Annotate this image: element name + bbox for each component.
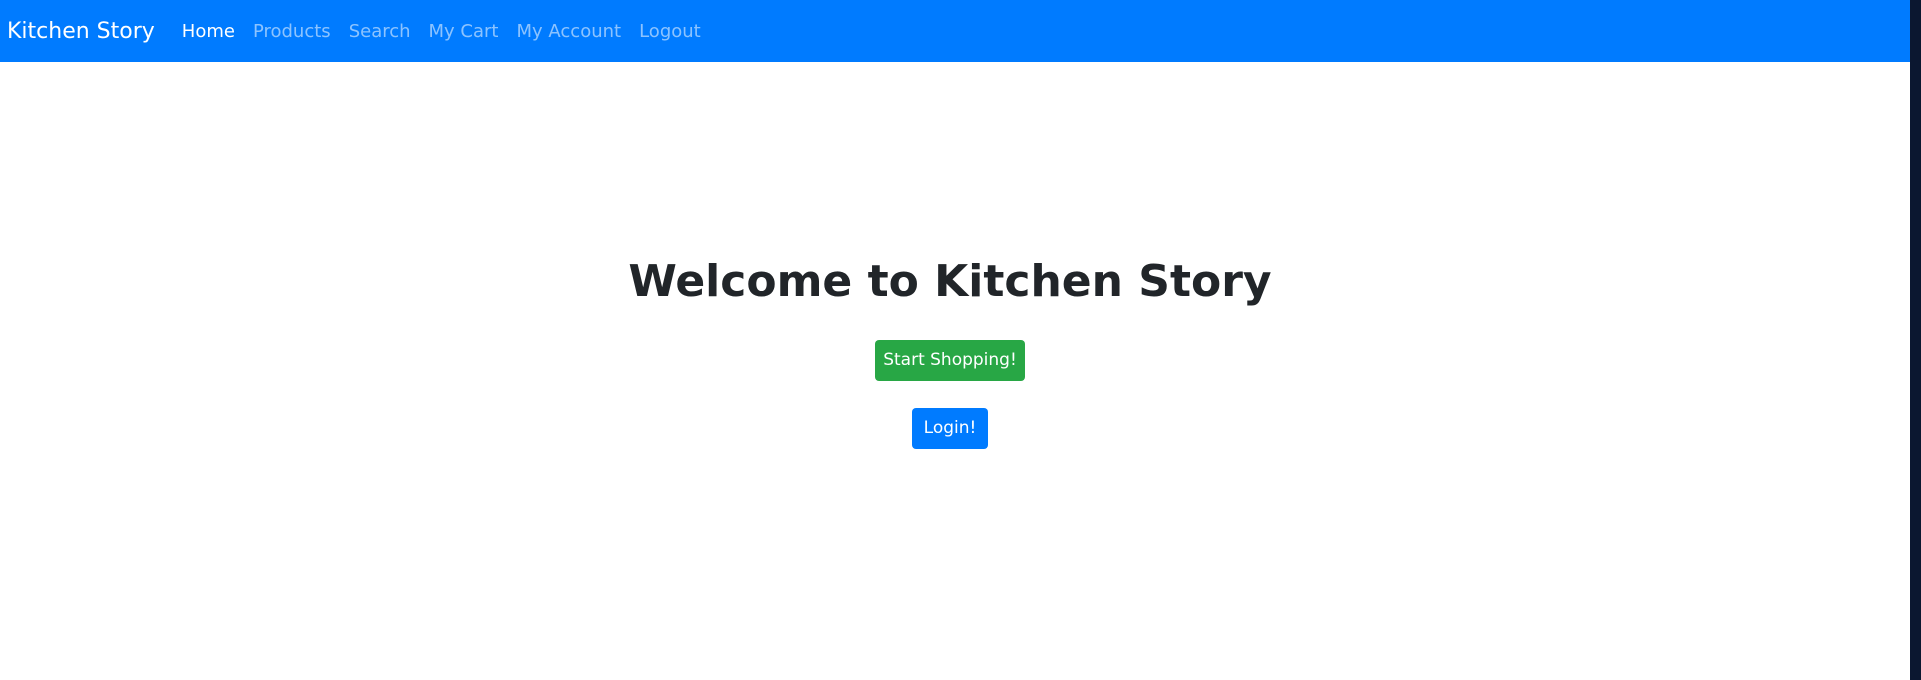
- nav-link-search[interactable]: Search: [340, 21, 420, 42]
- nav-link-my-account[interactable]: My Account: [508, 21, 631, 42]
- nav-link-products[interactable]: Products: [244, 21, 340, 42]
- navbar: Kitchen Story Home Products Search My Ca…: [0, 0, 1910, 62]
- nav-links: Home Products Search My Cart My Account …: [173, 21, 710, 42]
- page: Kitchen Story Home Products Search My Ca…: [0, 0, 1910, 680]
- page-title: Welcome to Kitchen Story: [628, 256, 1272, 307]
- login-button[interactable]: Login!: [912, 408, 988, 449]
- brand-link[interactable]: Kitchen Story: [7, 19, 155, 44]
- nav-link-home[interactable]: Home: [173, 21, 244, 42]
- nav-link-my-cart[interactable]: My Cart: [420, 21, 508, 42]
- window-edge: [1910, 0, 1921, 680]
- start-shopping-button[interactable]: Start Shopping!: [875, 340, 1025, 381]
- nav-link-logout[interactable]: Logout: [630, 21, 710, 42]
